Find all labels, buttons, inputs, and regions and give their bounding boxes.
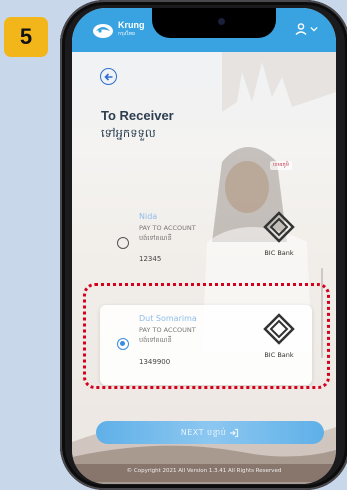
receiver-card-nida[interactable]: Nida PAY TO ACCOUNT បង់ទៅគណនី 12345 BIC … bbox=[100, 203, 312, 283]
user-menu-button[interactable] bbox=[294, 22, 318, 36]
receiver-bank-name: BIC Bank bbox=[264, 249, 294, 257]
bank-brand-logo[interactable]: Krung กรุงไทย bbox=[92, 20, 145, 40]
copyright-footer: © Copyright 2021 All Version 1.3.41 All … bbox=[72, 464, 336, 484]
page-title: To Receiver bbox=[101, 108, 174, 123]
camera-icon bbox=[218, 18, 225, 25]
logo-text: Krung bbox=[118, 20, 145, 30]
receiver-name: Nida bbox=[139, 212, 158, 221]
krungthai-logo-icon bbox=[93, 24, 113, 38]
back-arrow-icon bbox=[103, 72, 112, 81]
step-number-badge: 5 bbox=[4, 17, 48, 57]
receiver-account-number: 12345 bbox=[139, 255, 162, 263]
phone-frame: Krung กรุงไทย To Receiver ទៅអ្នកទទួល ខេម… bbox=[60, 0, 347, 490]
back-button[interactable] bbox=[100, 68, 117, 85]
logo-subtext: กรุงไทย bbox=[118, 31, 135, 37]
chevron-down-icon bbox=[310, 26, 318, 32]
sign-in-arrow-icon bbox=[230, 428, 239, 437]
promo-tag: ខេមរភូមិ bbox=[270, 161, 292, 170]
next-button-label: NEXT បន្ទាប់ bbox=[180, 427, 227, 437]
phone-notch bbox=[152, 8, 276, 38]
user-icon bbox=[295, 23, 307, 36]
app-screen: Krung กรุงไทย To Receiver ទៅអ្នកទទួល ខេម… bbox=[72, 8, 336, 484]
receiver-payment-type-khmer: បង់ទៅគណនី bbox=[139, 234, 172, 242]
top-app-bar: Krung กรุงไทย bbox=[72, 8, 336, 52]
receiver-radio-unselected[interactable] bbox=[117, 237, 129, 249]
receiver-payment-type: PAY TO ACCOUNT bbox=[139, 224, 196, 232]
next-button[interactable]: NEXT បន្ទាប់ bbox=[96, 421, 324, 444]
page-subtitle: ទៅអ្នកទទួល bbox=[101, 126, 156, 140]
selection-highlight-box bbox=[83, 283, 330, 389]
bic-bank-logo-icon bbox=[263, 211, 295, 243]
